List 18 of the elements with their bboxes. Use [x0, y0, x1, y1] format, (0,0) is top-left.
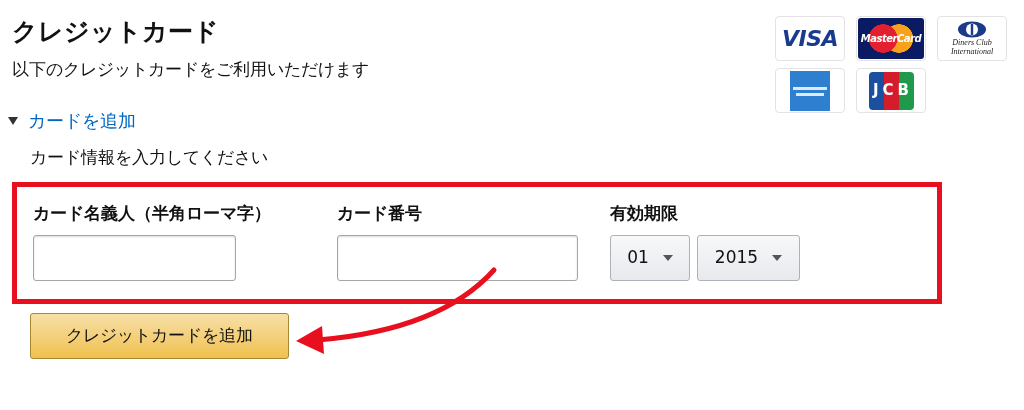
dropdown[interactable]: 01	[610, 235, 690, 281]
text-input-field[interactable]	[33, 235, 236, 281]
card-logo-icon	[790, 70, 830, 111]
field-label: カード名義人（半角ローマ字）	[33, 202, 271, 225]
page-title: クレジットカード	[12, 16, 220, 48]
mastercard-logo: MasterCard	[858, 18, 924, 59]
diners-club-logo: Diners Club International	[939, 21, 1005, 56]
dropdown[interactable]: 2015	[697, 235, 800, 281]
caret-icon	[772, 255, 783, 261]
subtitle: 以下のクレジットカードをご利用いただけます	[12, 58, 369, 81]
field-label: カード番号	[337, 202, 423, 225]
caret-icon	[662, 255, 673, 261]
visa-logo: VISA	[782, 25, 838, 53]
text-input-field[interactable]	[337, 235, 578, 281]
add-card-link[interactable]: カードを追加	[28, 108, 136, 134]
instruction-text: カード情報を入力してください	[30, 146, 269, 169]
field-label: 有効期限	[610, 202, 679, 225]
add-credit-card-button[interactable]: クレジットカードを追加	[30, 313, 289, 359]
